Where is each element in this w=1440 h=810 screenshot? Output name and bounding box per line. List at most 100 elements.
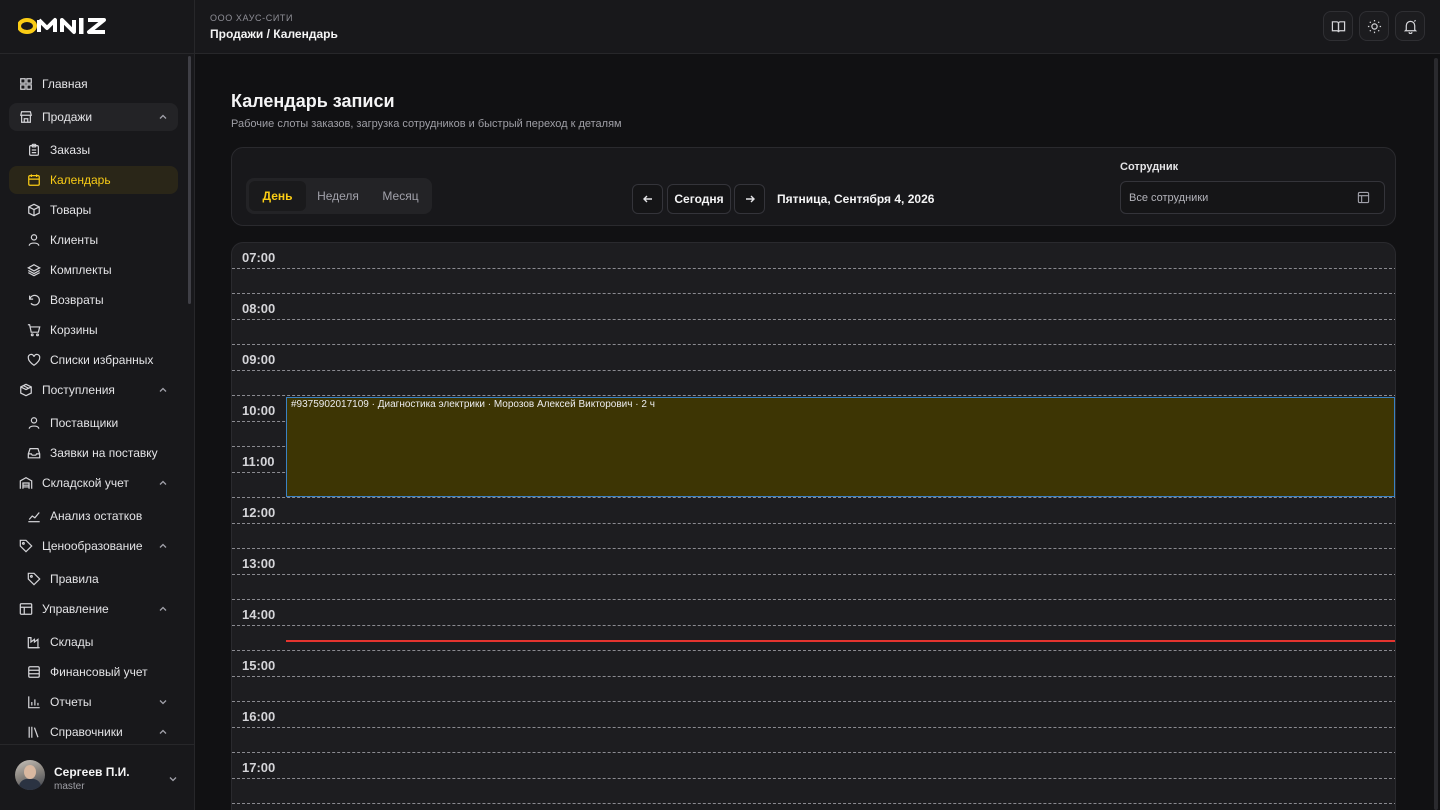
sidebar-item-label: Анализ остатков: [50, 509, 143, 523]
sun-icon: [1367, 19, 1381, 33]
table-icon: [19, 602, 33, 616]
sidebar-item-pricing[interactable]: Ценообразование: [9, 532, 178, 560]
theme-toggle-button[interactable]: [1359, 11, 1389, 41]
sidebar-item-products[interactable]: Товары: [9, 196, 178, 224]
omniz-logo[interactable]: [18, 17, 133, 35]
notifications-button[interactable]: [1395, 11, 1425, 41]
hour-row[interactable]: 09:00: [232, 345, 1395, 396]
sidebar-item-label: Комплекты: [50, 263, 112, 277]
sidebar-divider: [0, 53, 195, 54]
prev-day-button[interactable]: [632, 184, 663, 214]
next-day-button[interactable]: [734, 184, 765, 214]
hour-row[interactable]: 17:00: [232, 753, 1395, 804]
day-calendar[interactable]: 07:00 08:00 09:00 10:00 11:00 12:00 13:0…: [231, 242, 1396, 810]
hour-label: 10:00: [242, 403, 276, 418]
sidebar-item-carts[interactable]: Корзины: [9, 316, 178, 344]
user-icon: [27, 416, 41, 430]
sidebar-item-returns[interactable]: Возвраты: [9, 286, 178, 314]
sidebar-item-label: Календарь: [50, 173, 111, 187]
sidebar-item-rules[interactable]: Правила: [9, 565, 178, 593]
sidebar-item-suppliers[interactable]: Поставщики: [9, 409, 178, 437]
view-switcher: День Неделя Месяц: [246, 178, 432, 214]
sidebar-item-home[interactable]: Главная: [9, 70, 178, 98]
sidebar-item-label: Управление: [42, 602, 109, 616]
sidebar-item-wishlists[interactable]: Списки избранных: [9, 346, 178, 374]
user-icon: [27, 233, 41, 247]
sidebar-item-receipts[interactable]: Поступления: [9, 376, 178, 404]
sidebar-item-stock-analysis[interactable]: Анализ остатков: [9, 502, 178, 530]
sidebar-item-label: Клиенты: [50, 233, 99, 247]
sidebar-item-supply-requests[interactable]: Заявки на поставку: [9, 439, 178, 467]
today-button[interactable]: Сегодня: [667, 184, 731, 214]
docs-button[interactable]: [1323, 11, 1353, 41]
view-day-button[interactable]: День: [249, 181, 306, 211]
hour-row[interactable]: 08:00: [232, 294, 1395, 345]
main-scrollbar[interactable]: [1434, 58, 1438, 810]
grid-icon: [19, 77, 33, 91]
chevron-up-icon: [159, 729, 167, 734]
wallet-icon: [27, 665, 41, 679]
sidebar-item-calendar[interactable]: Календарь: [9, 166, 178, 194]
calendar-toolbar: День Неделя Месяц Сегодня Пятница, Сентя…: [231, 147, 1396, 226]
sidebar-item-label: Возвраты: [50, 293, 104, 307]
hour-row[interactable]: 14:00: [232, 600, 1395, 651]
sidebar-item-label: Поставщики: [50, 416, 119, 430]
sidebar-item-clients[interactable]: Клиенты: [9, 226, 178, 254]
sidebar-scrollbar[interactable]: [188, 56, 191, 304]
factory-icon: [27, 635, 41, 649]
view-week-button[interactable]: Неделя: [308, 181, 368, 211]
hour-label: 09:00: [242, 352, 276, 367]
sidebar-item-reports[interactable]: Отчеты: [9, 688, 178, 716]
table-icon: [1357, 191, 1370, 204]
hour-row[interactable]: 13:00: [232, 549, 1395, 600]
sidebar-item-directories[interactable]: Справочники: [9, 718, 178, 746]
employee-filter-label: Сотрудник: [1120, 161, 1179, 173]
current-time-indicator: [286, 640, 1395, 642]
sidebar-item-label: Главная: [42, 77, 88, 91]
sidebar-item-warehouse-accounting[interactable]: Складской учет: [9, 469, 178, 497]
sidebar-item-label: Заказы: [50, 143, 91, 157]
layers-icon: [27, 263, 41, 277]
view-month-button[interactable]: Месяц: [372, 181, 429, 211]
chevron-up-icon: [159, 480, 167, 485]
user-menu[interactable]: Сергеев П.И. master: [0, 744, 195, 810]
user-name: Сергеев П.И.: [54, 765, 130, 779]
sidebar-item-label: Склады: [50, 635, 94, 649]
bell-icon: [1403, 19, 1417, 34]
sidebar-item-label: Справочники: [50, 725, 123, 739]
tag-icon: [27, 572, 41, 586]
hour-row[interactable]: 16:00: [232, 702, 1395, 753]
avatar: [15, 760, 45, 790]
sidebar-item-label: Ценообразование: [42, 539, 143, 553]
chevron-down-icon: [159, 700, 167, 705]
breadcrumb: Продажи / Календарь: [210, 27, 338, 41]
sidebar-item-orders[interactable]: Заказы: [9, 136, 178, 164]
sidebar: Главная Продажи Заказы Календарь Товары …: [0, 0, 195, 810]
store-icon: [19, 110, 33, 124]
book-icon: [1331, 20, 1345, 32]
calendar-event[interactable]: #9375902017109 · Диагностика электрики ·…: [286, 397, 1395, 497]
sidebar-item-management[interactable]: Управление: [9, 595, 178, 623]
sidebar-item-finance[interactable]: Финансовый учет: [9, 658, 178, 686]
arrow-right-icon: [745, 195, 755, 203]
cart-icon: [27, 323, 41, 337]
hour-row[interactable]: 07:00: [232, 243, 1395, 294]
sidebar-item-bundles[interactable]: Комплекты: [9, 256, 178, 284]
top-header: ООО ХАУС-СИТИ Продажи / Календарь: [195, 0, 1440, 54]
current-date: Пятница, Сентября 4, 2026: [777, 192, 935, 206]
clipboard-icon: [27, 143, 41, 157]
employee-select-value: Все сотрудники: [1129, 192, 1209, 204]
hour-label: 17:00: [242, 760, 276, 775]
sidebar-item-sales[interactable]: Продажи: [9, 103, 178, 131]
hour-label: 16:00: [242, 709, 276, 724]
employee-select[interactable]: Все сотрудники: [1120, 181, 1385, 214]
hour-row[interactable]: 15:00: [232, 651, 1395, 702]
hour-row[interactable]: 12:00: [232, 498, 1395, 549]
sidebar-item-label: Корзины: [50, 323, 98, 337]
hour-label: 12:00: [242, 505, 276, 520]
chevron-down-icon: [169, 777, 177, 782]
chevron-up-icon: [159, 606, 167, 611]
sidebar-item-warehouses[interactable]: Склады: [9, 628, 178, 656]
sidebar-item-label: Правила: [50, 572, 99, 586]
hour-label: 15:00: [242, 658, 276, 673]
